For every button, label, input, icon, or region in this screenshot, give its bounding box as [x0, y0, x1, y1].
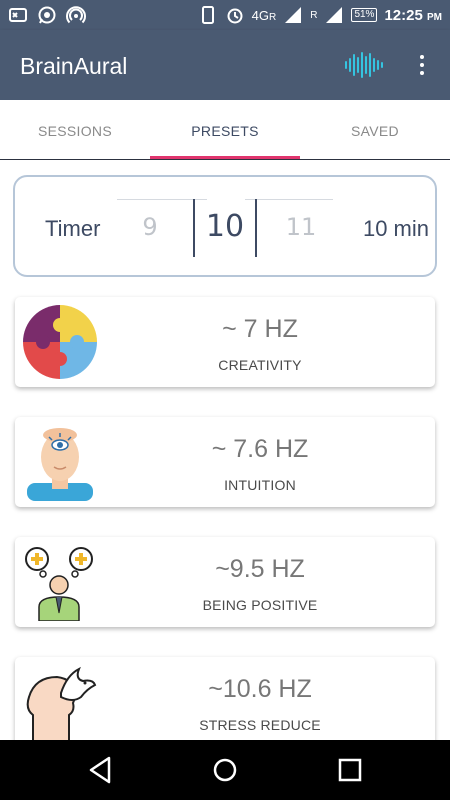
tab-saved[interactable]: SAVED [300, 100, 450, 160]
timer-card: Timer 9 10 11 10 min [13, 175, 437, 277]
alarm-icon [227, 8, 243, 24]
picker-prev-value[interactable]: 9 [120, 213, 180, 241]
preset-card-creativity[interactable]: ~ 7 HZ CREATIVITY [15, 297, 435, 387]
preset-frequency: ~9.5 HZ [215, 555, 305, 583]
network-label: 4GR [251, 7, 277, 23]
audio-wave-icon[interactable] [344, 50, 386, 80]
positive-thoughts-icon [25, 547, 93, 621]
status-bar: 4GR R 51% 12:25 PM [0, 0, 450, 30]
home-icon[interactable] [208, 754, 242, 786]
hotspot-icon [66, 6, 86, 24]
puzzle-head-icon [23, 305, 97, 379]
preset-card-intuition[interactable]: ~ 7.6 HZ INTUITION [15, 417, 435, 507]
signal-sub-label: R [310, 9, 318, 21]
notification-icon [9, 8, 27, 22]
timer-number-picker[interactable]: 9 10 11 [115, 197, 335, 257]
preset-frequency: ~ 7.6 HZ [211, 435, 309, 463]
third-eye-icon [27, 428, 93, 501]
more-vert-icon[interactable] [410, 50, 434, 80]
timer-label: Timer [45, 216, 101, 241]
picker-selected-value[interactable]: 10 [195, 209, 255, 244]
back-icon[interactable] [83, 754, 117, 786]
app-bar: BrainAural [0, 30, 450, 100]
app-title: BrainAural [20, 53, 128, 79]
signal-icon-2 [326, 7, 343, 23]
preset-name: INTUITION [224, 477, 296, 493]
battery-indicator: 51% [351, 8, 378, 22]
preset-name: CREATIVITY [218, 357, 302, 373]
preset-card-stress-reduce[interactable]: ~10.6 HZ STRESS REDUCE [15, 657, 435, 747]
preset-name: BEING POSITIVE [202, 597, 318, 613]
preset-frequency: ~10.6 HZ [208, 675, 312, 703]
clock: 12:25 PM [384, 6, 442, 24]
tab-bar: SESSIONS PRESETS SAVED [0, 100, 450, 160]
timer-duration: 10 min [362, 216, 429, 241]
picker-selection-line [255, 199, 257, 257]
tab-presets[interactable]: PRESETS [150, 100, 300, 160]
preset-frequency: ~ 7 HZ [222, 315, 298, 343]
picker-divider [245, 199, 333, 200]
dove-head-icon [26, 666, 97, 741]
tab-indicator [150, 156, 300, 159]
recents-icon[interactable] [333, 754, 367, 786]
preset-name: STRESS REDUCE [199, 717, 321, 733]
whatsapp-icon [38, 6, 56, 24]
picker-next-value[interactable]: 11 [271, 213, 331, 241]
system-nav-bar [0, 740, 450, 800]
preset-card-being-positive[interactable]: ~9.5 HZ BEING POSITIVE [15, 537, 435, 627]
tab-sessions[interactable]: SESSIONS [0, 100, 150, 160]
phone-icon [201, 6, 214, 24]
signal-icon [285, 7, 302, 23]
